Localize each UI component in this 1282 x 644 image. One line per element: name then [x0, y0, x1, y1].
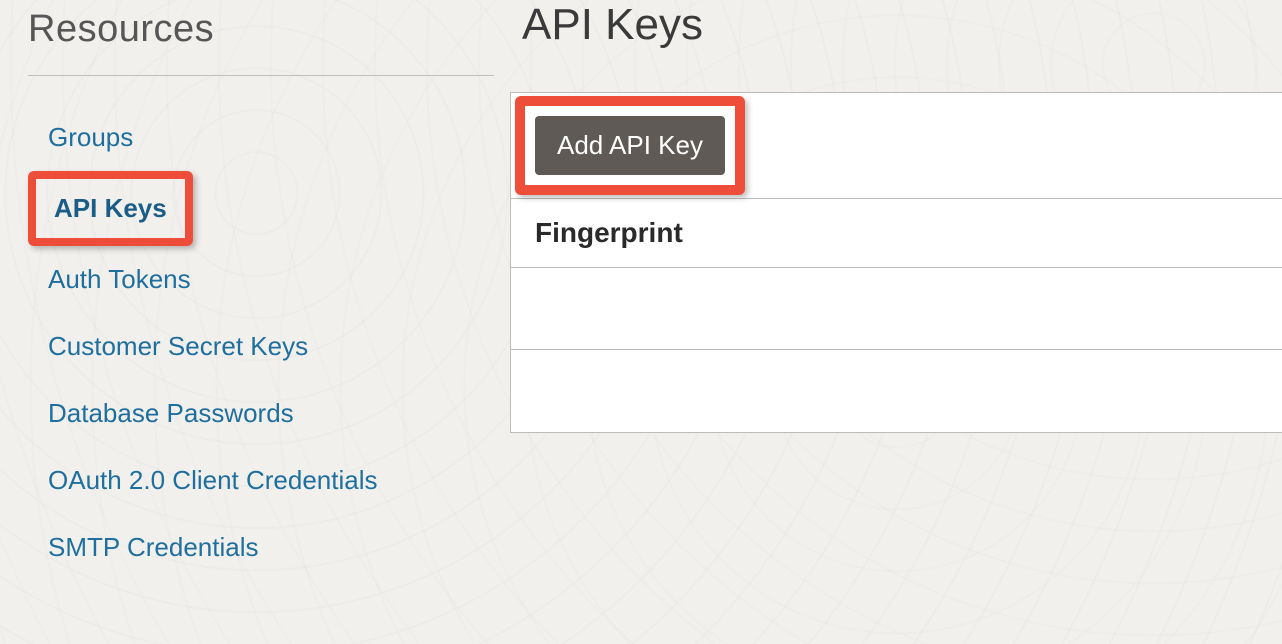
- add-api-key-button[interactable]: Add API Key: [535, 116, 725, 175]
- main-content: API Keys Add API Key Fingerprint: [510, 0, 1282, 644]
- table-header-row: Fingerprint: [511, 199, 1282, 268]
- highlight-add-api-key: Add API Key: [515, 96, 745, 195]
- api-keys-table-container: Add API Key Fingerprint: [510, 92, 1282, 433]
- sidebar-item-groups[interactable]: Groups: [28, 104, 153, 171]
- page-title: API Keys: [522, 0, 1282, 50]
- sidebar-title: Resources: [28, 8, 510, 51]
- highlight-api-keys: API Keys: [28, 171, 193, 246]
- sidebar-item-oauth-client-credentials[interactable]: OAuth 2.0 Client Credentials: [28, 447, 398, 514]
- sidebar-item-database-passwords[interactable]: Database Passwords: [28, 380, 314, 447]
- toolbar-row: Add API Key: [511, 93, 1282, 199]
- table-row: [511, 268, 1282, 350]
- sidebar-item-customer-secret-keys[interactable]: Customer Secret Keys: [28, 313, 328, 380]
- sidebar-nav: Groups API Keys Auth Tokens Customer Sec…: [28, 104, 510, 581]
- column-header-fingerprint: Fingerprint: [535, 217, 683, 248]
- sidebar: Resources Groups API Keys Auth Tokens Cu…: [0, 0, 510, 644]
- api-keys-panel: Add API Key Fingerprint: [510, 92, 1282, 433]
- sidebar-item-auth-tokens[interactable]: Auth Tokens: [28, 246, 211, 313]
- sidebar-item-smtp-credentials[interactable]: SMTP Credentials: [28, 514, 279, 581]
- sidebar-item-api-keys[interactable]: API Keys: [36, 179, 185, 238]
- sidebar-divider: [28, 75, 494, 76]
- table-row: [511, 350, 1282, 432]
